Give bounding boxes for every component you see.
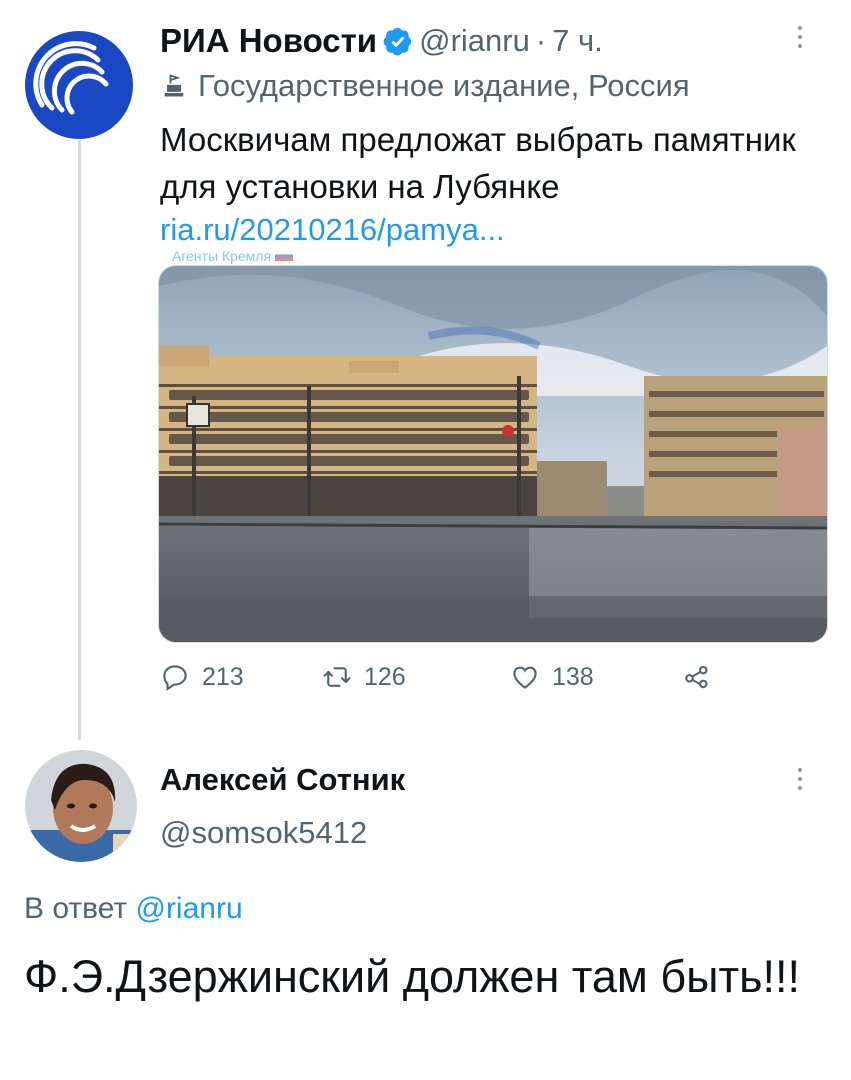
russian-flag-icon	[275, 251, 294, 261]
ria-avatar[interactable]	[24, 30, 134, 140]
reply-button[interactable]: 213	[160, 662, 322, 692]
tweet1-header: РИА Новости @rianru · 7 ч.	[160, 22, 603, 60]
more-options-icon[interactable]	[795, 768, 805, 790]
tweet2-author-name[interactable]: Алексей Сотник	[160, 762, 405, 798]
tweet2-text: Ф.Э.Дзержинский должен там быть!!!	[24, 951, 801, 1002]
like-button[interactable]: 138	[510, 662, 682, 692]
tweet1-link[interactable]: ria.ru/20210216/pamya...	[160, 212, 505, 248]
verified-badge-icon	[383, 27, 412, 56]
tweet2-handle[interactable]: @somsok5412	[160, 815, 367, 851]
reply-context: В ответ @rianru	[24, 892, 243, 926]
retweet-icon	[323, 667, 351, 687]
reply-prefix: В ответ	[24, 892, 128, 925]
share-button[interactable]	[682, 662, 712, 692]
retweet-button[interactable]: 126	[322, 662, 510, 692]
reply-mention-link[interactable]: @rianru	[135, 892, 242, 925]
reply-icon	[163, 665, 187, 691]
tweet1-text: Москвичам предложат выбрать памятник для…	[160, 121, 796, 205]
like-count: 138	[552, 662, 594, 691]
like-icon	[513, 666, 537, 689]
thread-line	[78, 140, 81, 740]
reply-count: 213	[202, 662, 244, 691]
state-media-label[interactable]: Государственное издание, Россия	[160, 68, 690, 104]
tweet1-author-name[interactable]: РИА Новости	[160, 22, 377, 60]
tweet1-handle[interactable]: @rianru	[419, 23, 530, 59]
tweet1-photo[interactable]	[158, 265, 828, 643]
watermark-text: Агенты Кремля	[172, 248, 272, 264]
user-avatar[interactable]	[25, 750, 137, 862]
share-icon	[685, 665, 708, 689]
state-media-label-text: Государственное издание, Россия	[198, 68, 690, 103]
more-options-icon[interactable]	[795, 26, 805, 48]
retweet-count: 126	[364, 662, 406, 691]
separator-dot: ·	[535, 23, 547, 58]
tweet1-time[interactable]: 7 ч.	[552, 23, 603, 59]
tweet1-actions: 213 126 138	[160, 662, 712, 692]
watermark: Агенты Кремля	[172, 248, 294, 264]
government-label-icon	[164, 74, 184, 97]
